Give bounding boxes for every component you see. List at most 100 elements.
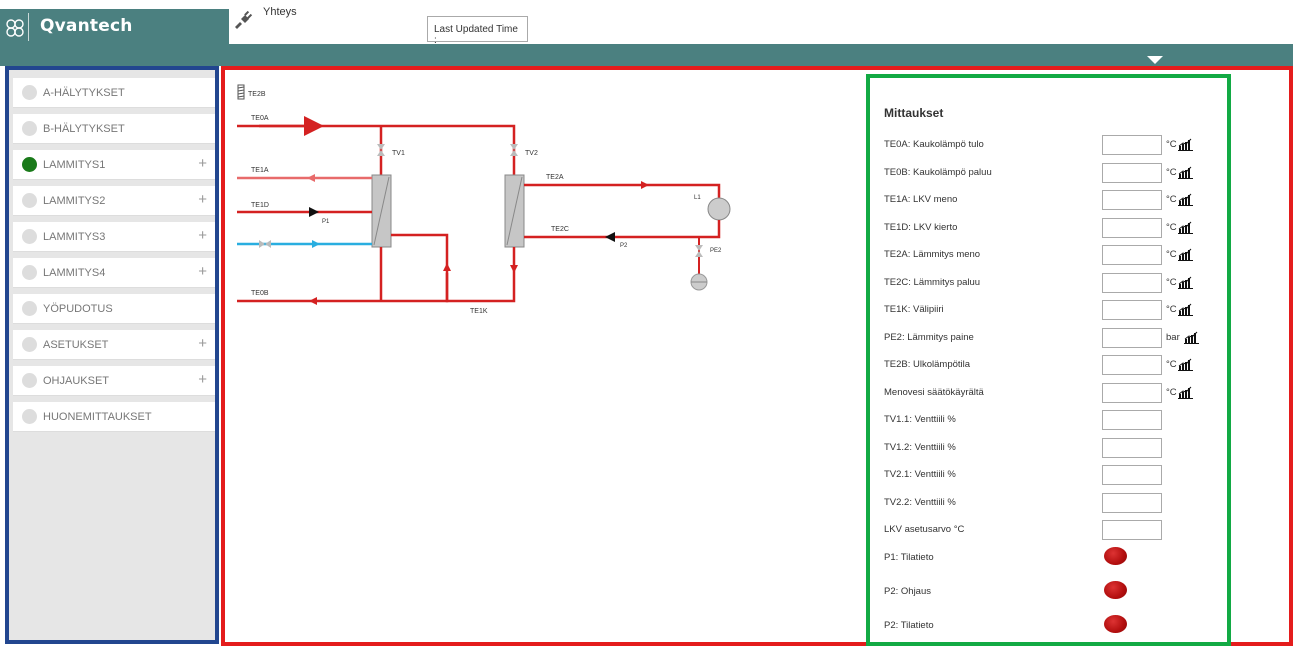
sidebar-item-7[interactable]: YÖPUDOTUS [13, 294, 215, 324]
trend-chart-icon[interactable] [1178, 358, 1193, 371]
measurement-label: TE2C: Lämmitys paluu [884, 276, 981, 288]
pump-p2-icon[interactable] [605, 232, 615, 242]
measurement-label: TE1D: LKV kierto [884, 221, 958, 233]
label-te2c: TE2C [551, 226, 569, 233]
measurement-label: TE0B: Kaukolämpö paluu [884, 166, 992, 178]
sidebar-item-9[interactable]: OHJAUKSET + [13, 366, 215, 396]
status-dot-icon [22, 121, 37, 136]
heat-exchanger-1 [371, 174, 392, 248]
sidebar-item-5[interactable]: LAMMITYS3 + [13, 222, 215, 252]
flow-arrow-te0b [309, 297, 317, 305]
measurement-label: TV1.2: Venttiili % [884, 441, 956, 453]
valve-cold-icon[interactable] [259, 240, 271, 248]
status-label: P1: Tilatieto [884, 551, 934, 563]
label-te1a: TE1A [251, 167, 269, 174]
last-updated-box: Last Updated Time : [427, 16, 528, 46]
sidebar-item-label: HUONEMITTAUKSET [43, 411, 152, 423]
measurement-value-field[interactable] [1102, 465, 1162, 485]
label-tv1: TV1 [392, 150, 405, 157]
measurement-label: PE2: Lämmitys paine [884, 331, 974, 343]
trend-chart-icon[interactable] [1178, 193, 1193, 206]
status-dot-icon [22, 193, 37, 208]
app-root: Qvantech Yhteys Last Updated Time : A-HÄ… [0, 0, 1293, 646]
load-l1-icon[interactable] [707, 197, 731, 221]
expand-plus-icon[interactable]: + [198, 191, 207, 208]
measurement-value-field[interactable] [1102, 300, 1162, 320]
measurement-value-field[interactable] [1102, 437, 1162, 458]
measurement-value-field[interactable] [1102, 135, 1162, 155]
measurement-unit: °C [1166, 386, 1177, 398]
status-dot-icon [22, 157, 37, 172]
connection-label: Yhteys [263, 6, 297, 18]
expand-plus-icon[interactable]: + [198, 155, 207, 172]
measurement-value-field[interactable] [1102, 217, 1162, 238]
trend-chart-icon[interactable] [1178, 386, 1193, 399]
flow-arrow-te1k-up [443, 263, 451, 271]
trend-chart-icon[interactable] [1178, 248, 1193, 261]
measurement-unit: °C [1166, 276, 1177, 288]
sidebar-item-6[interactable]: LAMMITYS4 + [13, 258, 215, 288]
measurement-value-field[interactable] [1102, 410, 1162, 430]
measurement-label: TE0A: Kaukolämpö tulo [884, 139, 984, 150]
measurement-value-field[interactable] [1102, 162, 1162, 183]
sidebar-item-1[interactable]: A-HÄLYTYKSET [13, 78, 215, 108]
flow-arrow-te2a [641, 181, 649, 189]
trend-chart-icon[interactable] [1178, 138, 1193, 151]
measurement-value-field[interactable] [1102, 245, 1162, 265]
status-dot-icon [22, 85, 37, 100]
expand-plus-icon[interactable]: + [198, 371, 207, 388]
measurement-unit: °C [1166, 221, 1177, 233]
measurement-label: TV1.1: Venttiili % [884, 414, 956, 425]
trend-chart-icon[interactable] [1184, 331, 1199, 344]
sidebar-item-10[interactable]: HUONEMITTAUKSET [13, 402, 215, 432]
header-toolbar [229, 0, 1293, 44]
measurement-label: TV2.2: Venttiili % [884, 496, 956, 508]
measurement-value-field[interactable] [1102, 190, 1162, 210]
trend-chart-icon[interactable] [1178, 166, 1193, 179]
valve-pe2-icon[interactable] [695, 245, 703, 257]
sidebar-item-label: LAMMITYS3 [43, 231, 106, 243]
measurement-value-field[interactable] [1102, 492, 1162, 513]
label-te0a: TE0A [251, 115, 269, 122]
sidebar-item-4[interactable]: LAMMITYS2 + [13, 186, 215, 216]
sidebar-item-3[interactable]: LAMMITYS1 + [13, 150, 215, 180]
status-dot-icon [22, 373, 37, 388]
status-dot-icon [22, 265, 37, 280]
measurement-label: TE2B: Ulkolämpötila [884, 359, 971, 370]
measurement-value-field[interactable] [1102, 382, 1162, 403]
sidebar-item-label: LAMMITYS1 [43, 159, 106, 171]
measurement-unit: °C [1166, 139, 1177, 150]
sidebar-item-8[interactable]: ASETUKSET + [13, 330, 215, 360]
thermometer-icon[interactable] [237, 84, 245, 100]
measurement-value-field[interactable] [1102, 355, 1162, 375]
trend-chart-icon[interactable] [1178, 221, 1193, 234]
trend-chart-icon[interactable] [1178, 276, 1193, 289]
sidebar-item-2[interactable]: B-HÄLYTYKSET [13, 114, 215, 144]
pump-p1-icon[interactable] [309, 207, 319, 217]
valve-tv1-icon[interactable] [377, 144, 385, 156]
pipe-te0a [237, 124, 516, 175]
brand-name[interactable]: Qvantech [40, 16, 133, 36]
trend-chart-icon[interactable] [1178, 303, 1193, 316]
label-tv2: TV2 [525, 150, 538, 157]
brand-divider [28, 13, 29, 41]
expand-plus-icon[interactable]: + [198, 335, 207, 352]
expand-plus-icon[interactable]: + [198, 227, 207, 244]
label-p1: P1 [322, 219, 330, 225]
chevron-down-icon[interactable] [1147, 56, 1163, 64]
measurement-unit: °C [1166, 166, 1177, 178]
measurement-value-field[interactable] [1102, 520, 1162, 540]
label-pe2: PE2 [710, 248, 722, 254]
pipe-te2a [524, 183, 721, 206]
label-p2: P2 [620, 243, 628, 249]
brand-logo-icon [4, 17, 26, 39]
measurement-value-field[interactable] [1102, 272, 1162, 293]
measurement-value-field[interactable] [1102, 327, 1162, 348]
measurement-label: TE2A: Lämmitys meno [884, 249, 981, 260]
sidebar: A-HÄLYTYKSET B-HÄLYTYKSET LAMMITYS1 + LAMMIT… [5, 66, 219, 644]
measurement-unit: bar [1166, 331, 1180, 343]
sidebar-item-label: A-HÄLYTYKSET [43, 87, 125, 99]
expand-plus-icon[interactable]: + [198, 263, 207, 280]
status-dot-icon [22, 337, 37, 352]
valve-tv2-icon[interactable] [510, 144, 518, 156]
